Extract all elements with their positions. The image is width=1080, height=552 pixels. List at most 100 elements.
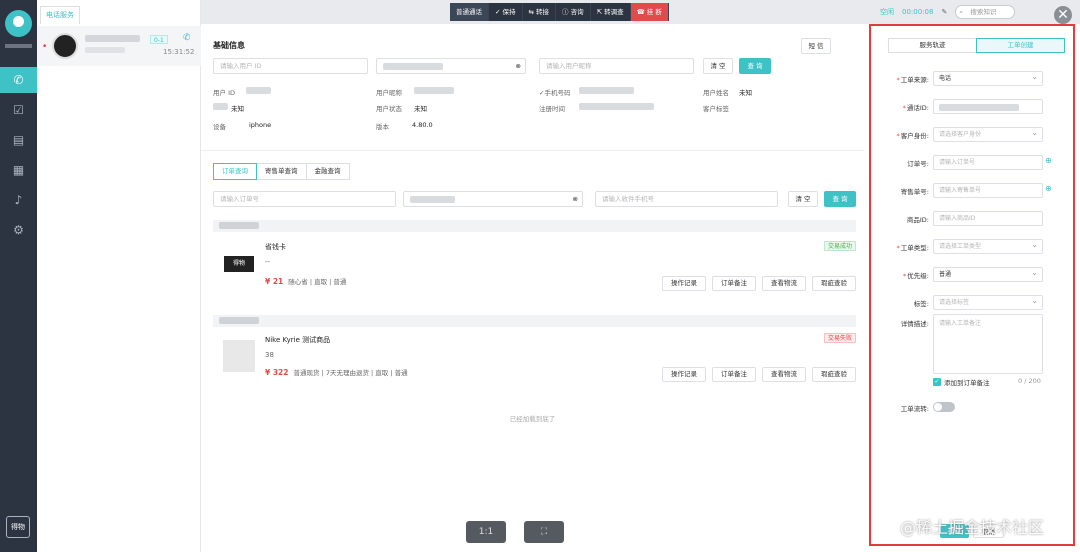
view-logistics-button[interactable]: 查看物流 bbox=[762, 276, 806, 291]
nickname-label: 用户昵称 bbox=[376, 89, 402, 97]
flaw-inspection-button[interactable]: 瑕疵查验 bbox=[812, 367, 856, 382]
customer-avatar bbox=[52, 33, 78, 59]
realname-value: 未知 bbox=[739, 89, 752, 97]
chart-nav-icon[interactable]: ▦ bbox=[0, 157, 37, 183]
product-price: ¥ 322 普通现货 | 7天无理由退货 | 直取 | 普通 bbox=[265, 368, 408, 377]
order-number-input[interactable]: 请输入订单号 bbox=[213, 191, 396, 207]
order-state-badge: 交易失败 bbox=[823, 333, 856, 343]
nickname-input[interactable]: 请输入用户昵称 bbox=[539, 58, 694, 74]
user-status-value: 未知 bbox=[414, 105, 427, 113]
highlight-frame bbox=[869, 24, 1075, 546]
tab-consignment-query[interactable]: 寄售单查询 bbox=[256, 163, 307, 180]
register-time-value bbox=[579, 103, 654, 110]
agent-status[interactable]: 空闲 bbox=[880, 7, 894, 17]
user-id-label: 用户 ID bbox=[213, 89, 235, 97]
order-note-button[interactable]: 订单备注 bbox=[712, 367, 756, 382]
fit-screen-icon[interactable]: ⛶ bbox=[524, 521, 564, 543]
product-title: 省钱卡 bbox=[265, 243, 286, 251]
query-button[interactable]: 查 询 bbox=[739, 58, 771, 74]
order-tabs: 订单查询 寄售单查询 金融查询 bbox=[213, 163, 350, 180]
consult-button[interactable]: ⓘ 咨询 bbox=[556, 3, 591, 21]
brand-logo-icon: 得物 bbox=[6, 516, 30, 538]
product-image[interactable] bbox=[223, 340, 255, 372]
phone-value bbox=[579, 87, 634, 94]
gender-redacted bbox=[213, 103, 228, 110]
order-phone-input[interactable]: ⊗ bbox=[403, 191, 583, 207]
device-value: iphone bbox=[249, 121, 272, 129]
order-clear-button[interactable]: 清 空 bbox=[788, 191, 818, 207]
actual-size-button[interactable]: 1:1 bbox=[466, 521, 506, 543]
no-more-text: 已经加载到底了 bbox=[509, 415, 556, 423]
session-item[interactable]: • 0-1 ✆ 15:31:52 bbox=[37, 26, 201, 66]
gear-nav-icon[interactable]: ⚙ bbox=[0, 217, 37, 243]
top-status-bar: 空闲 00:00:08 ✎ 搜索知识 bbox=[880, 4, 1016, 20]
bottom-toolbar: 1:1 ⛶ bbox=[466, 521, 564, 543]
session-badge: 0-1 bbox=[150, 35, 168, 44]
basic-info-title: 基础信息 bbox=[213, 41, 245, 50]
bell-nav-icon[interactable]: ♪ bbox=[0, 187, 37, 213]
phone-input[interactable]: ⊗ bbox=[376, 58, 526, 74]
order-state-badge: 交易成功 bbox=[823, 241, 856, 251]
session-time: 15:31:52 bbox=[163, 48, 195, 56]
tab-order-query[interactable]: 订单查询 bbox=[213, 163, 257, 180]
nickname-value bbox=[414, 87, 454, 94]
order-card: 省钱卡 -- ¥ 21随心省 | 直取 | 普通 交易成功 操作记录 订单备注 … bbox=[213, 220, 856, 298]
watermark: @稀土掘金技术社区 bbox=[900, 518, 1045, 537]
product-image[interactable] bbox=[223, 247, 255, 279]
user-id-input[interactable]: 请输入用户 ID bbox=[213, 58, 368, 74]
clear-icon: ⊗ bbox=[572, 195, 578, 203]
survey-button[interactable]: ⇱ 转调查 bbox=[590, 3, 631, 21]
inbox-nav-icon[interactable]: ▤ bbox=[0, 127, 37, 153]
customer-sub-redacted bbox=[85, 47, 125, 53]
sms-button[interactable]: 短 信 bbox=[801, 38, 831, 54]
clear-icon: ⊗ bbox=[515, 62, 521, 70]
order-query-button[interactable]: 查 询 bbox=[824, 191, 856, 207]
clear-button[interactable]: 清 空 bbox=[703, 58, 733, 74]
customer-tag-label: 客户标签 bbox=[703, 105, 729, 113]
user-id-value bbox=[246, 87, 271, 94]
unread-dot-icon: • bbox=[42, 42, 48, 52]
checklist-nav-icon[interactable]: ☑ bbox=[0, 97, 37, 123]
normal-call-button[interactable]: 普通通话 bbox=[450, 3, 489, 21]
product-spec: 38 bbox=[265, 351, 274, 359]
phone-icon: ✆ bbox=[183, 33, 191, 43]
tab-finance-query[interactable]: 金融查询 bbox=[305, 163, 350, 180]
divider bbox=[201, 150, 864, 151]
register-time-label: 注册时间 bbox=[539, 105, 565, 113]
close-icon[interactable]: ✕ bbox=[1054, 6, 1072, 24]
call-timer: 00:00:08 bbox=[902, 8, 934, 16]
order-card: Nike Kyrie 测试商品 38 ¥ 322 普通现货 | 7天无理由退货 |… bbox=[213, 315, 856, 393]
tab-phone-service[interactable]: 电话服务 bbox=[40, 6, 80, 24]
phone-nav-icon[interactable]: ✆ bbox=[0, 67, 37, 93]
order-header bbox=[213, 315, 856, 327]
operation-log-button[interactable]: 操作记录 bbox=[662, 276, 706, 291]
version-value: 4.80.0 bbox=[412, 121, 433, 129]
version-label: 版本 bbox=[376, 123, 389, 131]
transfer-button[interactable]: ⇆ 转接 bbox=[522, 3, 557, 21]
receiver-phone-input[interactable]: 请输入收件手机号 bbox=[595, 191, 778, 207]
user-status-label: 用户状态 bbox=[376, 105, 402, 113]
knowledge-search-input[interactable]: 搜索知识 bbox=[955, 5, 1016, 19]
order-actions: 操作记录 订单备注 查看物流 瑕疵查验 bbox=[662, 367, 856, 382]
session-list: 电话服务 • 0-1 ✆ 15:31:52 bbox=[37, 0, 201, 552]
customer-name-redacted bbox=[85, 35, 140, 42]
flaw-inspection-button[interactable]: 瑕疵查验 bbox=[812, 276, 856, 291]
main-panel: 基础信息 短 信 请输入用户 ID ⊗ 请输入用户昵称 清 空 查 询 用户 I… bbox=[201, 24, 864, 552]
agent-avatar-icon[interactable] bbox=[5, 10, 32, 37]
hold-button[interactable]: ✓ 保持 bbox=[489, 3, 523, 21]
order-header bbox=[213, 220, 856, 232]
device-label: 设备 bbox=[213, 123, 226, 131]
product-spec: -- bbox=[265, 258, 271, 266]
operation-log-button[interactable]: 操作记录 bbox=[662, 367, 706, 382]
icon-sidebar: ✆ ☑ ▤ ▦ ♪ ⚙ 得物 bbox=[0, 0, 37, 552]
call-toolbar: 普通通话 ✓ 保持 ⇆ 转接 ⓘ 咨询 ⇱ 转调查 ☎ 挂 断 bbox=[450, 3, 669, 21]
view-logistics-button[interactable]: 查看物流 bbox=[762, 367, 806, 382]
edit-icon[interactable]: ✎ bbox=[941, 8, 947, 16]
order-actions: 操作记录 订单备注 查看物流 瑕疵查验 bbox=[662, 276, 856, 291]
agent-name bbox=[5, 44, 32, 48]
product-title: Nike Kyrie 测试商品 bbox=[265, 336, 331, 344]
phone-label: ✓手机号码 bbox=[539, 89, 571, 97]
order-note-button[interactable]: 订单备注 bbox=[712, 276, 756, 291]
hangup-button[interactable]: ☎ 挂 断 bbox=[630, 3, 669, 21]
gender-value: 未知 bbox=[231, 105, 244, 113]
